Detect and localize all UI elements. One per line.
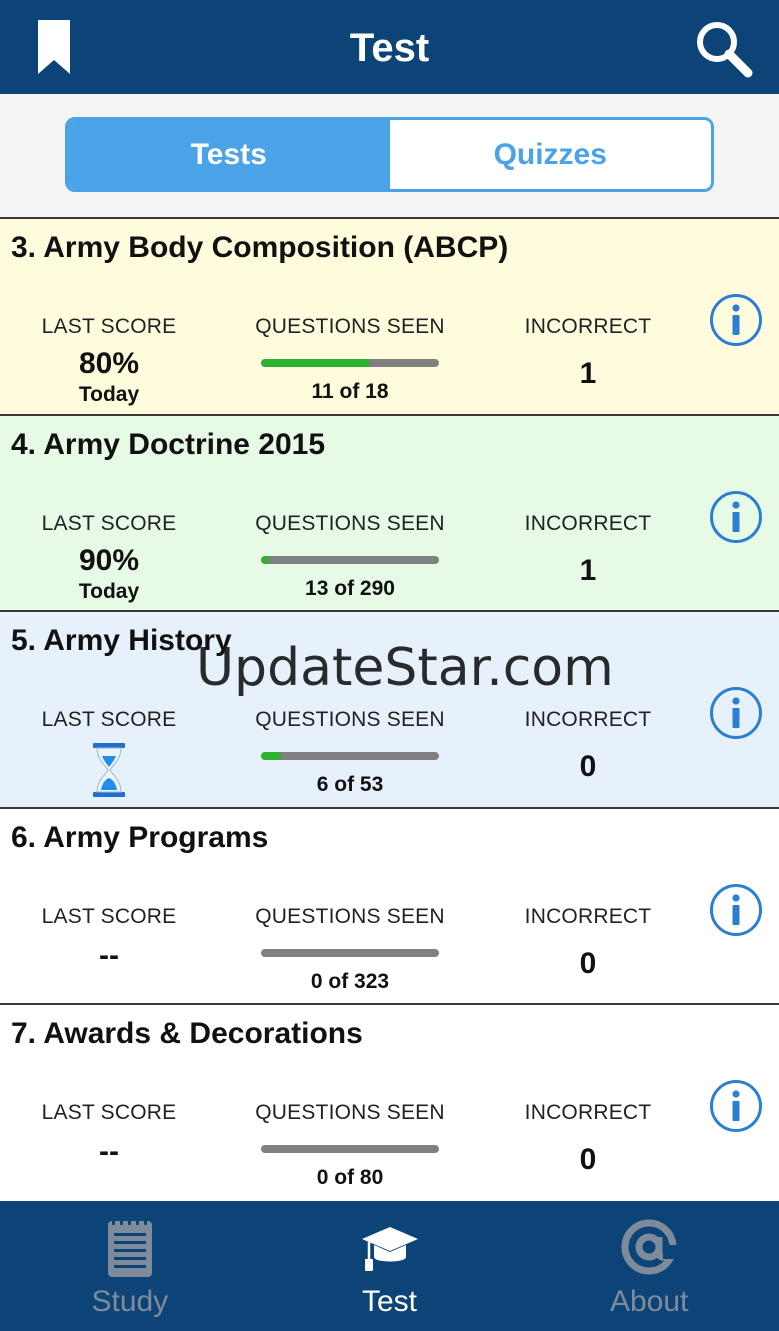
test-row[interactable]: 6. Army Programs LAST SCORE -- QUESTIONS… bbox=[0, 808, 779, 1005]
hourglass-icon bbox=[93, 743, 125, 797]
tests-quizzes-segmented-control: Tests Quizzes bbox=[65, 117, 714, 192]
incorrect-label: INCORRECT bbox=[524, 315, 652, 338]
questions-seen-label: QUESTIONS SEEN bbox=[255, 315, 445, 338]
tab-study-label: Study bbox=[91, 1285, 169, 1318]
last-score-column: LAST SCORE -- bbox=[28, 1101, 190, 1169]
questions-seen-value: 0 of 323 bbox=[310, 969, 390, 993]
last-score-label: LAST SCORE bbox=[41, 511, 177, 535]
info-icon[interactable] bbox=[709, 1079, 763, 1133]
last-score-column: LAST SCORE -- bbox=[28, 905, 190, 973]
last-score-label: LAST SCORE bbox=[41, 315, 177, 338]
questions-seen-progress-bar bbox=[261, 555, 439, 564]
incorrect-value: 0 bbox=[579, 946, 597, 980]
incorrect-value: 0 bbox=[579, 1143, 597, 1176]
search-icon[interactable] bbox=[693, 18, 753, 78]
info-icon[interactable] bbox=[709, 883, 763, 937]
at-sign-icon bbox=[621, 1219, 680, 1275]
segment-tests[interactable]: Tests bbox=[68, 120, 390, 189]
last-score-column: LAST SCORE 90% Today bbox=[28, 512, 190, 604]
last-score-value: -- bbox=[99, 1135, 119, 1168]
questions-seen-label: QUESTIONS SEEN bbox=[255, 708, 445, 731]
incorrect-label: INCORRECT bbox=[524, 708, 652, 731]
questions-seen-label: QUESTIONS SEEN bbox=[255, 1101, 445, 1124]
questions-seen-progress-bar bbox=[261, 359, 439, 367]
progress-fill bbox=[261, 555, 269, 564]
questions-seen-label: QUESTIONS SEEN bbox=[255, 904, 445, 928]
questions-seen-label: QUESTIONS SEEN bbox=[255, 511, 445, 535]
segment-quizzes[interactable]: Quizzes bbox=[389, 120, 711, 189]
questions-seen-progress-bar bbox=[261, 752, 439, 760]
incorrect-value: 1 bbox=[579, 553, 597, 587]
test-list: 3. Army Body Composition (ABCP) LAST SCO… bbox=[0, 219, 779, 1202]
incorrect-label: INCORRECT bbox=[524, 511, 652, 535]
segment-area: Tests Quizzes bbox=[0, 94, 779, 219]
info-icon[interactable] bbox=[709, 293, 763, 347]
last-score-label: LAST SCORE bbox=[41, 708, 177, 731]
last-score-label: LAST SCORE bbox=[41, 1101, 177, 1124]
watermark: UpdateStar.com bbox=[196, 638, 614, 698]
graduation-cap-icon bbox=[361, 1227, 418, 1271]
last-score-value: 80% bbox=[78, 347, 140, 380]
incorrect-column: INCORRECT 0 bbox=[508, 708, 668, 784]
bottom-tab-bar: Study Test About bbox=[0, 1201, 779, 1331]
tab-test[interactable]: Test bbox=[260, 1201, 520, 1331]
incorrect-column: INCORRECT 0 bbox=[508, 905, 668, 981]
last-score-column: LAST SCORE bbox=[28, 708, 190, 798]
last-score-value: 90% bbox=[78, 543, 140, 577]
test-title: 7. Awards & Decorations bbox=[11, 1017, 363, 1050]
progress-fill bbox=[261, 359, 370, 367]
progress-fill bbox=[261, 752, 282, 760]
incorrect-label: INCORRECT bbox=[524, 904, 652, 928]
questions-seen-progress-bar bbox=[261, 1145, 439, 1153]
test-title: 4. Army Doctrine 2015 bbox=[11, 427, 326, 461]
questions-seen-column: QUESTIONS SEEN 0 of 323 bbox=[250, 905, 450, 994]
tab-about-label: About bbox=[609, 1285, 689, 1318]
last-score-column: LAST SCORE 80% Today bbox=[28, 315, 190, 407]
questions-seen-column: QUESTIONS SEEN 13 of 290 bbox=[250, 512, 450, 601]
incorrect-column: INCORRECT 1 bbox=[508, 315, 668, 391]
last-score-date: Today bbox=[78, 383, 140, 406]
info-icon[interactable] bbox=[709, 490, 763, 544]
tab-test-label: Test bbox=[361, 1285, 418, 1318]
questions-seen-column: QUESTIONS SEEN 11 of 18 bbox=[250, 315, 450, 404]
questions-seen-value: 0 of 80 bbox=[316, 1166, 384, 1189]
last-score-label: LAST SCORE bbox=[41, 904, 177, 928]
questions-seen-value: 6 of 53 bbox=[316, 773, 384, 796]
questions-seen-column: QUESTIONS SEEN 6 of 53 bbox=[250, 708, 450, 797]
questions-seen-progress-bar bbox=[261, 948, 439, 957]
info-icon[interactable] bbox=[709, 686, 763, 740]
test-title: 6. Army Programs bbox=[11, 820, 269, 854]
test-row[interactable]: 4. Army Doctrine 2015 LAST SCORE 90% Tod… bbox=[0, 415, 779, 612]
questions-seen-column: QUESTIONS SEEN 0 of 80 bbox=[250, 1101, 450, 1190]
notepad-icon bbox=[107, 1217, 152, 1277]
page-title: Test bbox=[349, 26, 430, 70]
test-row[interactable]: 3. Army Body Composition (ABCP) LAST SCO… bbox=[0, 219, 779, 416]
last-score-date: Today bbox=[78, 579, 140, 603]
tab-about[interactable]: About bbox=[519, 1201, 779, 1331]
tab-study[interactable]: Study bbox=[0, 1201, 260, 1331]
incorrect-column: INCORRECT 0 bbox=[508, 1101, 668, 1177]
questions-seen-value: 13 of 290 bbox=[305, 576, 395, 600]
top-app-bar: Test bbox=[0, 0, 779, 94]
questions-seen-value: 11 of 18 bbox=[311, 380, 389, 403]
incorrect-value: 1 bbox=[579, 357, 597, 390]
incorrect-column: INCORRECT 1 bbox=[508, 512, 668, 588]
incorrect-label: INCORRECT bbox=[524, 1101, 652, 1124]
last-score-value: -- bbox=[99, 938, 119, 972]
incorrect-value: 0 bbox=[579, 750, 597, 783]
test-title: 3. Army Body Composition (ABCP) bbox=[11, 231, 509, 264]
test-row[interactable]: 7. Awards & Decorations LAST SCORE -- QU… bbox=[0, 1005, 779, 1202]
